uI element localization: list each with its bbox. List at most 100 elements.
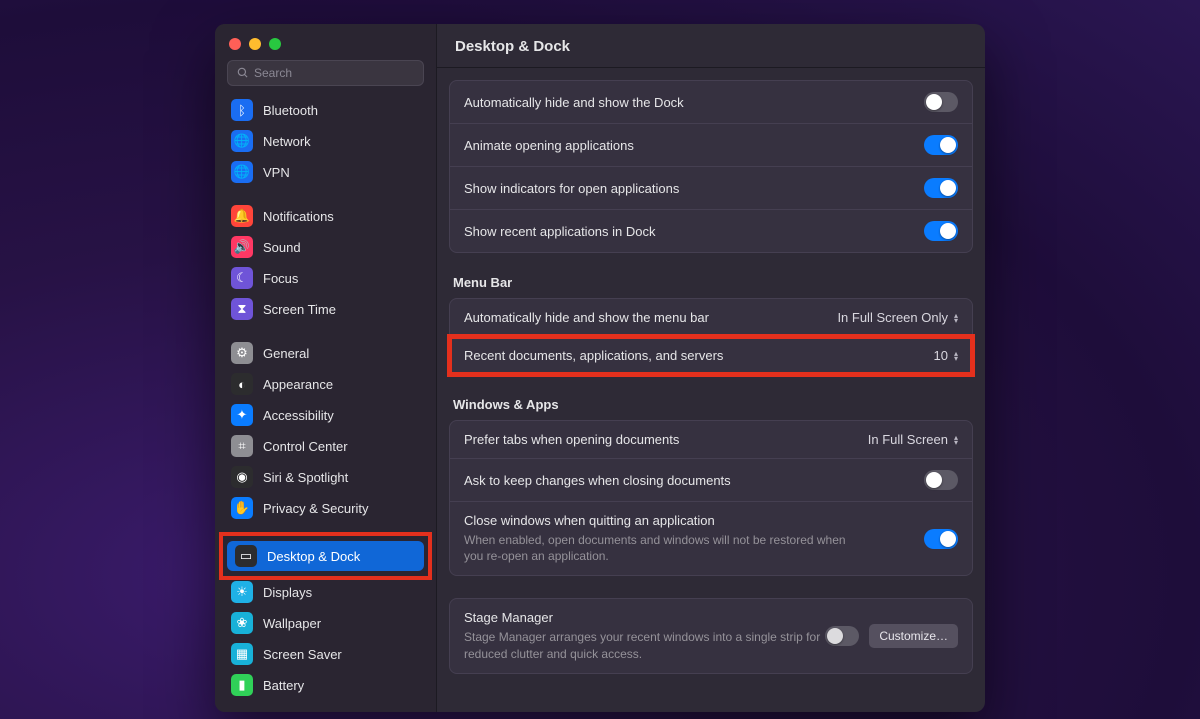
search-icon <box>237 67 249 79</box>
sidebar-item-notifications[interactable]: 🔔 Notifications <box>223 201 428 231</box>
stage-manager-customize-button[interactable]: Customize… <box>869 624 958 648</box>
sidebar-item-sound[interactable]: 🔊 Sound <box>223 232 428 262</box>
section-menu-bar: Menu Bar <box>449 275 973 298</box>
setting-label: Close windows when quitting an applicati… <box>464 513 864 528</box>
sidebar-item-displays[interactable]: ☀︎ Displays <box>223 577 428 607</box>
setting-label: Animate opening applications <box>464 138 634 153</box>
sidebar-item-vpn[interactable]: 🌐 VPN <box>223 157 428 187</box>
sidebar-item-appearance[interactable]: ◐ Appearance <box>223 369 428 399</box>
sidebar-item-screen-saver[interactable]: ▦ Screen Saver <box>223 639 428 669</box>
chevrons-icon: ▴▾ <box>954 435 958 445</box>
sidebar-item-control-center[interactable]: ⌗ Control Center <box>223 431 428 461</box>
maximize-button[interactable] <box>269 38 281 50</box>
dock-row-1-toggle[interactable] <box>924 135 958 155</box>
search-wrap <box>215 60 436 94</box>
stage-manager-toggle[interactable] <box>825 626 859 646</box>
menubar-row-1: Recent documents, applications, and serv… <box>450 337 972 374</box>
setting-desc: When enabled, open documents and windows… <box>464 532 864 564</box>
page-title: Desktop & Dock <box>437 24 985 68</box>
dock-row-2-toggle[interactable] <box>924 178 958 198</box>
menubar-select-0[interactable]: In Full Screen Only ▴▾ <box>837 310 958 325</box>
sidebar-item-label: VPN <box>263 165 290 180</box>
focus-icon: ☾ <box>231 267 253 289</box>
sidebar-item-label: Control Center <box>263 439 348 454</box>
sidebar-item-focus[interactable]: ☾ Focus <box>223 263 428 293</box>
setting-label: Show indicators for open applications <box>464 181 679 196</box>
dock-group: Automatically hide and show the Dock Ani… <box>449 80 973 253</box>
stage-manager-label: Stage Manager <box>464 610 825 625</box>
setting-label: Automatically hide and show the menu bar <box>464 310 709 325</box>
menubar-select-1[interactable]: 10 ▴▾ <box>934 348 958 363</box>
window-controls <box>215 24 436 60</box>
dock-row-2: Show indicators for open applications <box>450 167 972 210</box>
windows-apps-group: Prefer tabs when opening documents In Fu… <box>449 420 973 576</box>
screen-time-icon: ⧗ <box>231 298 253 320</box>
sidebar-item-label: Desktop & Dock <box>267 549 360 564</box>
search-input[interactable] <box>227 60 424 86</box>
chevrons-icon: ▴▾ <box>954 351 958 361</box>
notifications-icon: 🔔 <box>231 205 253 227</box>
appearance-icon: ◐ <box>231 373 253 395</box>
close-button[interactable] <box>229 38 241 50</box>
dock-row-1: Animate opening applications <box>450 124 972 167</box>
sidebar-item-label: Screen Time <box>263 302 336 317</box>
sidebar-item-label: General <box>263 346 309 361</box>
accessibility-icon: ✦ <box>231 404 253 426</box>
content-scroll[interactable]: Automatically hide and show the Dock Ani… <box>437 68 985 712</box>
menubar-row-0: Automatically hide and show the menu bar… <box>450 299 972 337</box>
battery-icon: ▮ <box>231 674 253 696</box>
dock-row-3: Show recent applications in Dock <box>450 210 972 252</box>
setting-label: Show recent applications in Dock <box>464 224 656 239</box>
sidebar-item-siri-spotlight[interactable]: ◉ Siri & Spotlight <box>223 462 428 492</box>
sidebar-item-label: Focus <box>263 271 298 286</box>
setting-label: Recent documents, applications, and serv… <box>464 348 723 363</box>
sidebar-item-general[interactable]: ⚙︎ General <box>223 338 428 368</box>
general-icon: ⚙︎ <box>231 342 253 364</box>
sidebar-item-accessibility[interactable]: ✦ Accessibility <box>223 400 428 430</box>
sidebar-item-screen-time[interactable]: ⧗ Screen Time <box>223 294 428 324</box>
minimize-button[interactable] <box>249 38 261 50</box>
dock-row-0: Automatically hide and show the Dock <box>450 81 972 124</box>
dock-row-3-toggle[interactable] <box>924 221 958 241</box>
dock-row-0-toggle[interactable] <box>924 92 958 112</box>
sidebar-item-label: Privacy & Security <box>263 501 368 516</box>
winapps-row-1-toggle[interactable] <box>924 470 958 490</box>
menubar-group: Automatically hide and show the menu bar… <box>449 298 973 375</box>
sidebar: ᛒ Bluetooth 🌐 Network 🌐 VPN 🔔 Notificati… <box>215 24 437 712</box>
winapps-row-2: Close windows when quitting an applicati… <box>450 502 972 575</box>
select-value: In Full Screen Only <box>837 310 948 325</box>
setting-label: Prefer tabs when opening documents <box>464 432 679 447</box>
setting-label: Automatically hide and show the Dock <box>464 95 684 110</box>
network-icon: 🌐 <box>231 130 253 152</box>
select-value: In Full Screen <box>868 432 948 447</box>
winapps-select-0[interactable]: In Full Screen ▴▾ <box>868 432 958 447</box>
vpn-icon: 🌐 <box>231 161 253 183</box>
sidebar-item-label: Displays <box>263 585 312 600</box>
winapps-row-1: Ask to keep changes when closing documen… <box>450 459 972 502</box>
setting-label: Ask to keep changes when closing documen… <box>464 473 731 488</box>
highlight-desktop-dock: ▭ Desktop & Dock <box>219 532 432 580</box>
sidebar-item-bluetooth[interactable]: ᛒ Bluetooth <box>223 95 428 125</box>
stage-manager-group: Stage Manager Stage Manager arranges you… <box>449 598 973 673</box>
sound-icon: 🔊 <box>231 236 253 258</box>
sidebar-item-label: Screen Saver <box>263 647 342 662</box>
sidebar-item-label: Sound <box>263 240 301 255</box>
content-pane: Desktop & Dock Automatically hide and sh… <box>437 24 985 712</box>
sidebar-item-label: Siri & Spotlight <box>263 470 348 485</box>
chevrons-icon: ▴▾ <box>954 313 958 323</box>
select-value: 10 <box>934 348 948 363</box>
sidebar-item-privacy-security[interactable]: ✋ Privacy & Security <box>223 493 428 523</box>
bluetooth-icon: ᛒ <box>231 99 253 121</box>
sidebar-item-wallpaper[interactable]: ❀ Wallpaper <box>223 608 428 638</box>
sidebar-item-label: Battery <box>263 678 304 693</box>
desktop-dock-icon: ▭ <box>235 545 257 567</box>
section-windows-apps: Windows & Apps <box>449 397 973 420</box>
winapps-row-2-toggle[interactable] <box>924 529 958 549</box>
sidebar-item-desktop-dock[interactable]: ▭ Desktop & Dock <box>227 541 424 571</box>
displays-icon: ☀︎ <box>231 581 253 603</box>
sidebar-item-label: Accessibility <box>263 408 334 423</box>
sidebar-item-battery[interactable]: ▮ Battery <box>223 670 428 700</box>
sidebar-item-network[interactable]: 🌐 Network <box>223 126 428 156</box>
sidebar-item-label: Bluetooth <box>263 103 318 118</box>
privacy-security-icon: ✋ <box>231 497 253 519</box>
